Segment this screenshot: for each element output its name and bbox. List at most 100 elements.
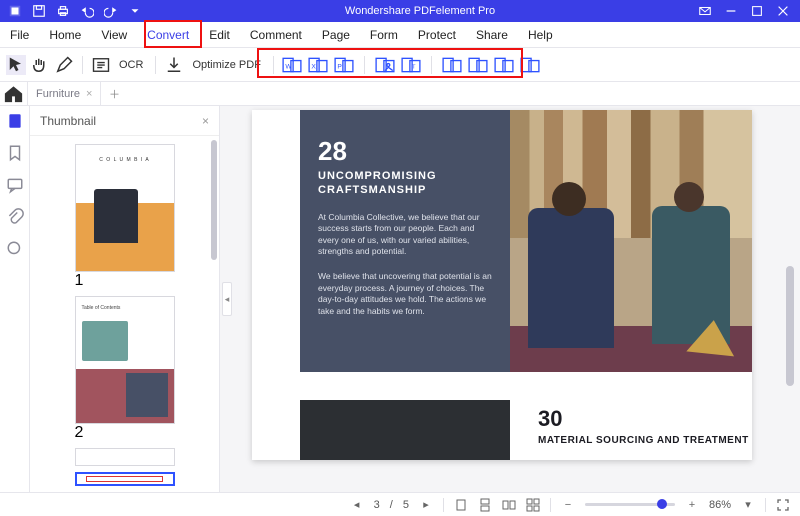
optimize-label[interactable]: Optimize PDF <box>188 59 264 71</box>
block-paragraph: We believe that uncovering that potentia… <box>318 271 492 317</box>
save-icon[interactable] <box>32 4 46 18</box>
block-number: 28 <box>318 136 492 167</box>
to-text-icon[interactable]: T <box>401 55 421 75</box>
thumbnail-page-partial[interactable] <box>75 448 175 466</box>
main-area: Thumbnail × C O L U M B I A 1 Table of C… <box>0 106 800 492</box>
menu-protect[interactable]: Protect <box>408 22 466 47</box>
view-facing-icon[interactable] <box>502 498 516 512</box>
edit-tool-icon[interactable] <box>54 55 74 75</box>
toolbar: OCR Optimize PDF W X P T <box>0 48 800 82</box>
home-tab-icon[interactable] <box>0 82 28 105</box>
page-current: 3 <box>374 499 380 511</box>
thumb-number: 1 <box>75 272 175 290</box>
prev-page-icon[interactable]: ◂ <box>350 498 364 512</box>
menu-convert[interactable]: Convert <box>137 22 199 47</box>
block-paragraph: At Columbia Collective, we believe that … <box>318 212 492 258</box>
page-sep: / <box>390 499 393 511</box>
content-photo-strip <box>300 400 510 460</box>
comments-icon[interactable] <box>6 176 24 194</box>
view-continuous-icon[interactable] <box>478 498 492 512</box>
content-block-28: 28 UNCOMPROMISING CRAFTSMANSHIP At Colum… <box>300 110 510 372</box>
menu-edit[interactable]: Edit <box>199 22 240 47</box>
close-icon[interactable] <box>776 4 790 18</box>
svg-text:W: W <box>285 63 292 70</box>
thumbnail-page-2[interactable]: Table of Contents <box>75 296 175 424</box>
app-title: Wondershare PDFelement Pro <box>142 5 698 17</box>
thumbnails-icon[interactable] <box>6 112 24 130</box>
title-bar: Wondershare PDFelement Pro <box>0 0 800 22</box>
view-single-icon[interactable] <box>454 498 468 512</box>
to-epub-icon[interactable] <box>442 55 462 75</box>
to-html-icon[interactable] <box>468 55 488 75</box>
svg-text:T: T <box>412 64 416 70</box>
menu-form[interactable]: Form <box>360 22 408 47</box>
panel-title: Thumbnail <box>40 114 96 128</box>
menu-home[interactable]: Home <box>39 22 91 47</box>
menu-view[interactable]: View <box>91 22 137 47</box>
thumbnail-page-selected[interactable] <box>75 472 175 486</box>
block-heading: UNCOMPROMISING CRAFTSMANSHIP <box>318 169 492 198</box>
zoom-slider[interactable] <box>585 503 675 506</box>
side-rail <box>0 106 30 492</box>
menu-help[interactable]: Help <box>518 22 563 47</box>
thumbnail-list: C O L U M B I A 1 Table of Contents 2 <box>30 136 219 492</box>
content-photo <box>510 110 752 372</box>
status-bar: ◂ 3 / 5 ▸ − + 86% ▾ <box>0 492 800 516</box>
undo-icon[interactable] <box>80 4 94 18</box>
viewer-scrollbar[interactable] <box>786 266 794 386</box>
zoom-dropdown-icon[interactable]: ▾ <box>741 498 755 512</box>
fullscreen-icon[interactable] <box>776 498 790 512</box>
to-ppt-icon[interactable]: P <box>334 55 354 75</box>
svg-text:X: X <box>311 63 316 70</box>
menu-page[interactable]: Page <box>312 22 360 47</box>
convert-buttons-group: W X P T <box>282 55 540 75</box>
attachments-icon[interactable] <box>6 208 24 226</box>
minimize-icon[interactable] <box>724 4 738 18</box>
thumbnail-page-1[interactable]: C O L U M B I A <box>75 144 175 272</box>
content-block-30: 30 MATERIAL SOURCING AND TREATMENT <box>538 406 752 447</box>
document-tabs: Furniture × ＋ <box>0 82 800 106</box>
block-heading: MATERIAL SOURCING AND TREATMENT <box>538 434 752 447</box>
page-total: 5 <box>403 499 409 511</box>
to-pdfa-icon[interactable] <box>520 55 540 75</box>
zoom-value: 86% <box>709 499 731 511</box>
menu-file[interactable]: File <box>0 22 39 47</box>
document-tab[interactable]: Furniture × <box>28 82 101 105</box>
maximize-icon[interactable] <box>750 4 764 18</box>
optimize-icon[interactable] <box>164 55 184 75</box>
svg-text:P: P <box>337 63 342 70</box>
app-logo-icon <box>8 4 22 18</box>
document-viewer: ◂ 28 UNCOMPROMISING CRAFTSMANSHIP At Col… <box>220 106 800 492</box>
menu-comment[interactable]: Comment <box>240 22 312 47</box>
select-tool-icon[interactable] <box>6 55 26 75</box>
menu-share[interactable]: Share <box>466 22 518 47</box>
zoom-in-icon[interactable]: + <box>685 498 699 512</box>
app-window: Wondershare PDFelement Pro File Home Vie… <box>0 0 800 516</box>
print-icon[interactable] <box>56 4 70 18</box>
document-page[interactable]: 28 UNCOMPROMISING CRAFTSMANSHIP At Colum… <box>252 110 752 460</box>
to-excel-icon[interactable]: X <box>308 55 328 75</box>
tab-label: Furniture <box>36 88 80 100</box>
panel-close-icon[interactable]: × <box>202 114 209 128</box>
mail-icon[interactable] <box>698 4 712 18</box>
ocr-icon[interactable] <box>91 55 111 75</box>
zoom-out-icon[interactable]: − <box>561 498 575 512</box>
menu-bar: File Home View Convert Edit Comment Page… <box>0 22 800 48</box>
next-page-icon[interactable]: ▸ <box>419 498 433 512</box>
collapse-panel-icon[interactable]: ◂ <box>222 282 232 316</box>
panel-scrollbar[interactable] <box>211 140 217 260</box>
new-tab-icon[interactable]: ＋ <box>101 82 127 105</box>
ocr-label[interactable]: OCR <box>115 59 147 71</box>
block-number: 30 <box>538 406 752 432</box>
to-image-icon[interactable] <box>375 55 395 75</box>
bookmarks-icon[interactable] <box>6 144 24 162</box>
dropdown-icon[interactable] <box>128 4 142 18</box>
view-grid-icon[interactable] <box>526 498 540 512</box>
hand-tool-icon[interactable] <box>30 55 50 75</box>
search-panel-icon[interactable] <box>6 240 24 258</box>
to-rtf-icon[interactable] <box>494 55 514 75</box>
to-word-icon[interactable]: W <box>282 55 302 75</box>
tab-close-icon[interactable]: × <box>86 88 92 100</box>
thumbnail-panel: Thumbnail × C O L U M B I A 1 Table of C… <box>30 106 220 492</box>
redo-icon[interactable] <box>104 4 118 18</box>
